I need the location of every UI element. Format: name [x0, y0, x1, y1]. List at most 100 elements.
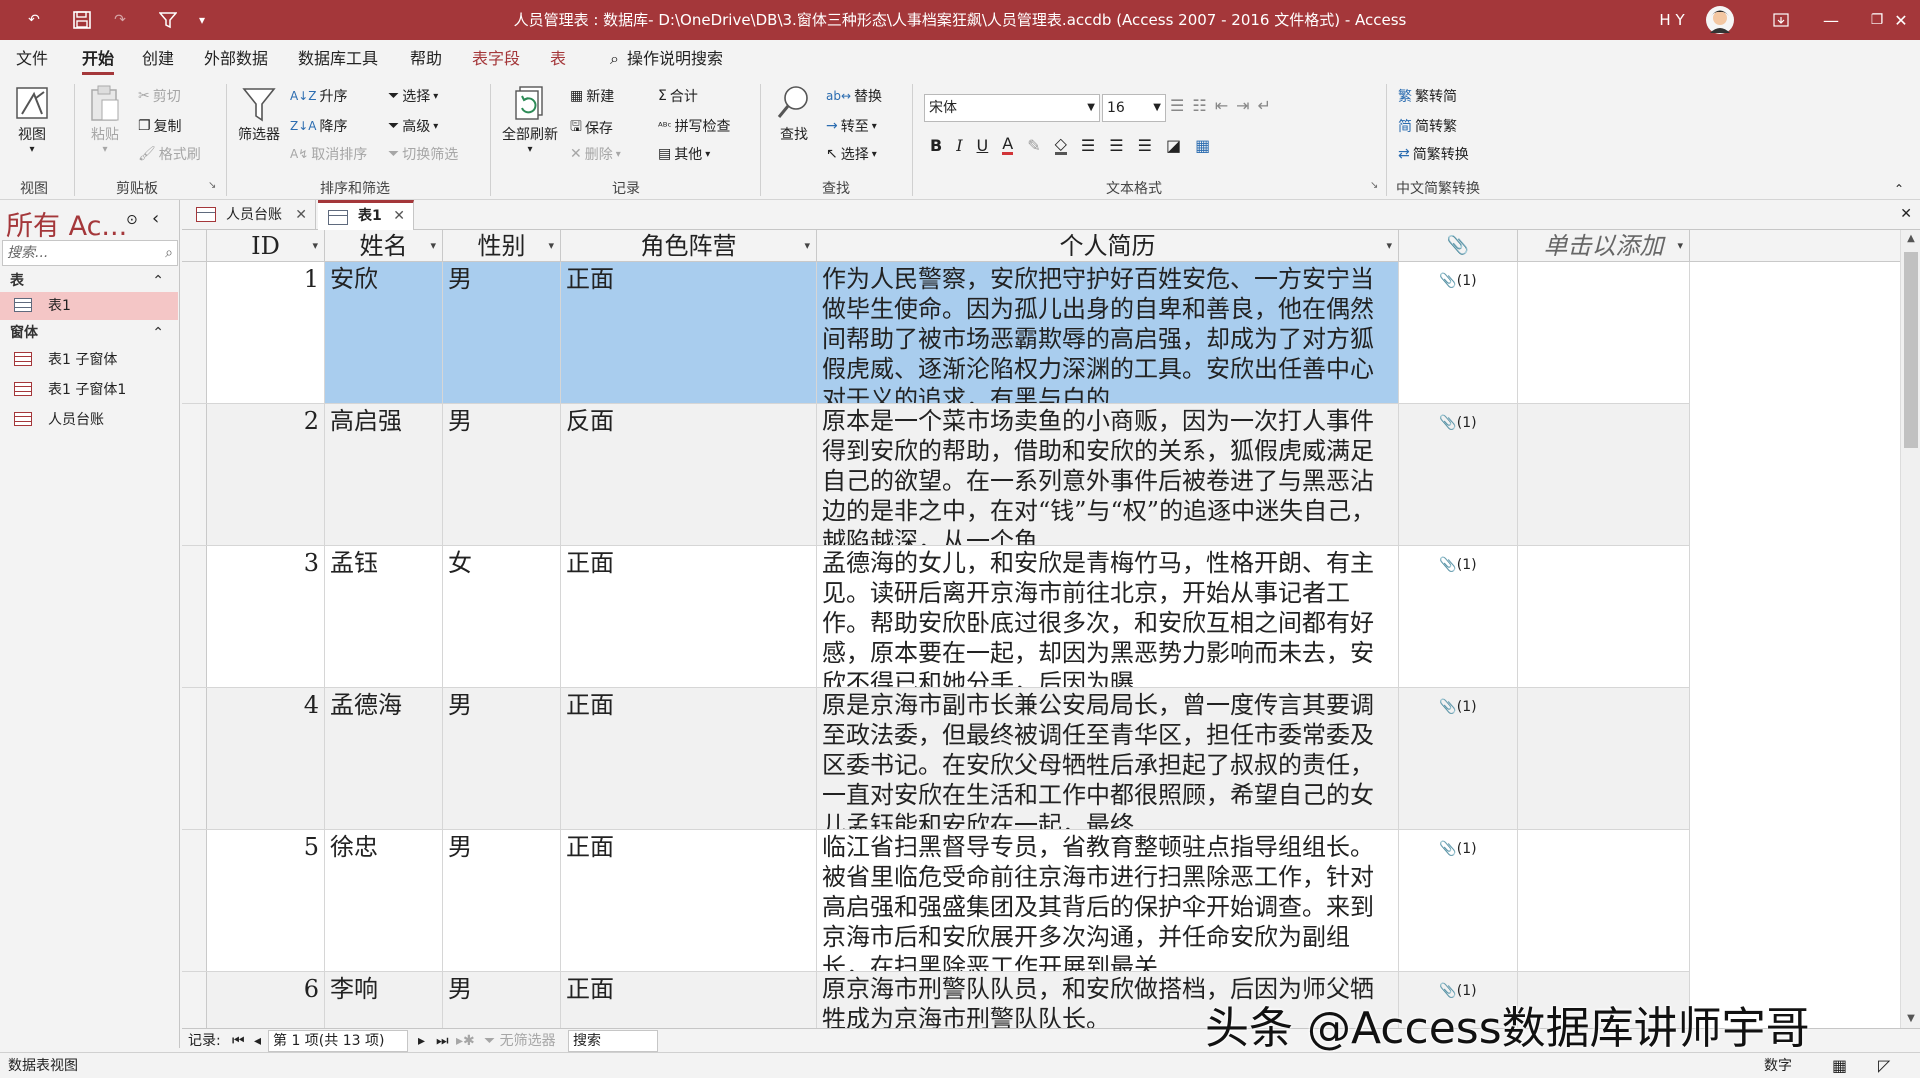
nav-item-subform1[interactable]: 表1 子窗体1 [0, 376, 178, 404]
view-button[interactable]: 视图 ▾ [14, 84, 50, 155]
customize-qat-icon[interactable]: ▾ [182, 0, 222, 40]
sort-ascending-button[interactable]: A↓Z 升序 [290, 86, 347, 106]
delete-record-button[interactable]: ✕ 删除 ▾ [570, 144, 621, 164]
gridlines-icon[interactable]: ▦ [1195, 136, 1210, 155]
fill-color-icon[interactable]: ◇ [1054, 136, 1067, 155]
select-all-corner[interactable] [182, 230, 207, 262]
cell-gender[interactable]: 男 [443, 688, 561, 829]
decrease-indent-icon[interactable]: ⇤ [1215, 96, 1228, 115]
select-button[interactable]: ↖ 选择 ▾ [826, 144, 877, 164]
tab-help[interactable]: 帮助 [410, 40, 442, 78]
record-selector[interactable] [182, 830, 207, 971]
align-left-icon[interactable]: ☰ [1081, 136, 1095, 155]
nav-item-table1[interactable]: 表1 [0, 292, 178, 320]
cell-camp[interactable]: 正面 [561, 688, 817, 829]
tab-file[interactable]: 文件 [16, 40, 48, 78]
nav-item-personnel-ledger[interactable]: 人员台账 [0, 406, 178, 434]
tell-me-search[interactable]: ⌕ 操作说明搜索 [610, 40, 723, 78]
tab-create[interactable]: 创建 [142, 40, 174, 78]
cell-id[interactable]: 1 [207, 262, 325, 403]
close-button[interactable]: ✕ [1878, 0, 1920, 40]
collapse-nav-icon[interactable]: ‹ [152, 208, 159, 229]
selection-filter-button[interactable]: ⏷ 选择 ▾ [388, 86, 438, 106]
new-record-button[interactable]: ▦ 新建 [570, 86, 614, 106]
minimize-button[interactable]: — [1808, 0, 1854, 40]
record-selector[interactable] [182, 262, 207, 403]
replace-button[interactable]: ab↔ 替换 [826, 86, 882, 106]
cell-empty[interactable] [1518, 262, 1690, 403]
prev-record-icon[interactable]: ◂ [254, 1029, 261, 1053]
current-record-input[interactable]: 第 1 项(共 13 项) [268, 1030, 408, 1052]
underline-icon[interactable]: U [977, 136, 989, 155]
cell-gender[interactable]: 女 [443, 546, 561, 687]
toggle-filter-button[interactable]: ⏷ 切换筛选 [388, 144, 458, 164]
dropdown-arrow-icon[interactable]: ▾ [1386, 230, 1392, 261]
cell-attachment[interactable]: 📎(1) [1399, 546, 1518, 687]
nav-search-input[interactable]: 搜索... ⌕ [2, 240, 178, 266]
dropdown-arrow-icon[interactable]: ▾ [804, 230, 810, 261]
font-size-combo[interactable]: 16 ▼ [1102, 94, 1166, 122]
increase-indent-icon[interactable]: ⇥ [1236, 96, 1249, 115]
cell-id[interactable]: 3 [207, 546, 325, 687]
spelling-button[interactable]: ᴬᴮᶜ 拼写检查 [658, 116, 731, 136]
cell-empty[interactable] [1518, 688, 1690, 829]
cell-resume[interactable]: 原本是一个菜市场卖鱼的小商贩，因为一次打人事件得到安欣的帮助，借助和安欣的关系，… [817, 404, 1399, 545]
vertical-scrollbar[interactable]: ▲ ▼ [1900, 230, 1920, 1028]
table-row[interactable]: 4 孟德海 男 正面 原是京海市副市长兼公安局局长，曾一度传言其要调至政法委，但… [182, 688, 1690, 830]
dropdown-arrow-icon[interactable]: ▾ [312, 230, 318, 261]
doc-tab-table1[interactable]: 表1 ✕ [318, 200, 414, 230]
cell-name[interactable]: 徐忠 [325, 830, 443, 971]
next-record-icon[interactable]: ▸ [418, 1029, 425, 1053]
dialog-launcher-icon[interactable]: ↘ [208, 180, 216, 191]
cell-id[interactable]: 2 [207, 404, 325, 545]
scrollbar-thumb[interactable] [1904, 252, 1918, 448]
align-center-icon[interactable]: ☰ [1109, 136, 1123, 155]
column-header-camp[interactable]: 角色阵营 ▾ [561, 230, 817, 262]
tab-table-fields[interactable]: 表字段 [472, 40, 520, 78]
goto-button[interactable]: → 转至 ▾ [826, 116, 877, 136]
tab-home[interactable]: 开始 [82, 40, 115, 78]
cell-camp[interactable]: 正面 [561, 262, 817, 403]
column-header-id[interactable]: ID ▾ [207, 230, 325, 262]
table-row[interactable]: 3 孟钰 女 正面 孟德海的女儿，和安欣是青梅竹马，性格开朗、有主见。读研后离开… [182, 546, 1690, 688]
filter-button[interactable]: 筛选器 [238, 84, 280, 144]
rtl-icon[interactable]: ↵ [1258, 96, 1271, 115]
nav-pane-header[interactable]: 所有 Ac... [6, 204, 127, 243]
cell-attachment[interactable]: 📎(1) [1399, 688, 1518, 829]
close-document-icon[interactable]: ✕ [1900, 206, 1912, 222]
format-painter-button[interactable]: 🖌 格式刷 [138, 144, 201, 164]
cell-name[interactable]: 高启强 [325, 404, 443, 545]
to-traditional-button[interactable]: 简简转繁 [1398, 116, 1457, 136]
record-selector[interactable] [182, 972, 207, 1028]
close-icon[interactable]: ✕ [393, 203, 405, 229]
new-blank-record-icon[interactable]: ▸✱ [456, 1029, 475, 1053]
cell-resume[interactable]: 临江省扫黑督导专员，省教育整顿驻点指导组组长。被省里临危受命前往京海市进行扫黑除… [817, 830, 1399, 971]
cell-name[interactable]: 李响 [325, 972, 443, 1028]
ribbon-display-options-icon[interactable] [1758, 0, 1804, 40]
first-record-icon[interactable]: ⏮ [232, 1029, 245, 1053]
column-header-gender[interactable]: 性别 ▾ [443, 230, 561, 262]
highlight-icon[interactable]: ✎ [1027, 136, 1040, 155]
cell-empty[interactable] [1518, 830, 1690, 971]
cell-id[interactable]: 6 [207, 972, 325, 1028]
dialog-launcher-icon[interactable]: ↘ [1370, 180, 1378, 191]
dropdown-arrow-icon[interactable]: ▾ [430, 230, 436, 261]
font-name-combo[interactable]: 宋体 ▼ [924, 94, 1100, 122]
cell-empty[interactable] [1518, 546, 1690, 687]
avatar[interactable] [1700, 0, 1740, 40]
scroll-down-icon[interactable]: ▼ [1901, 1010, 1920, 1028]
cell-id[interactable]: 5 [207, 830, 325, 971]
tab-external-data[interactable]: 外部数据 [204, 40, 268, 78]
undo-icon[interactable]: ↶ [14, 0, 54, 40]
design-view-icon[interactable]: ◸ [1878, 1053, 1890, 1078]
record-selector[interactable] [182, 404, 207, 545]
save-record-button[interactable]: 🖫 保存 [570, 116, 613, 140]
remove-sort-button[interactable]: A↯ 取消排序 [290, 144, 367, 164]
column-header-click-to-add[interactable]: 单击以添加 ▾ [1518, 230, 1690, 262]
cell-attachment[interactable]: 📎(1) [1399, 262, 1518, 403]
cell-camp[interactable]: 正面 [561, 972, 817, 1028]
redo-icon[interactable]: ↷ [100, 0, 140, 40]
nav-item-subform[interactable]: 表1 子窗体 [0, 346, 178, 374]
cell-gender[interactable]: 男 [443, 262, 561, 403]
last-record-icon[interactable]: ⏭ [436, 1029, 449, 1053]
